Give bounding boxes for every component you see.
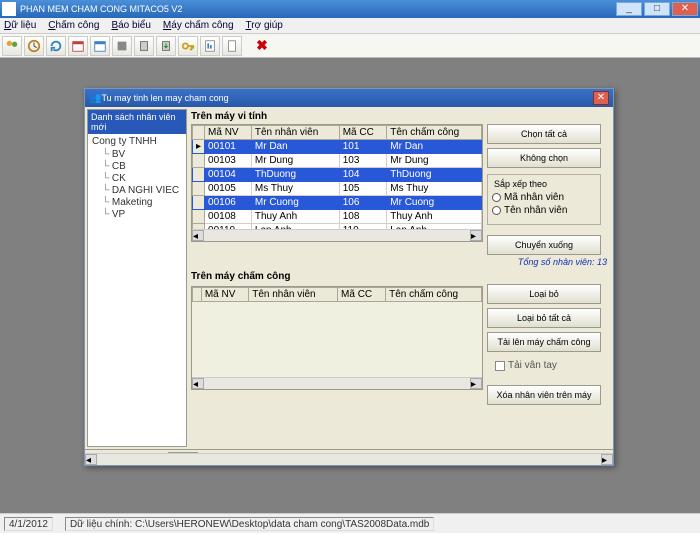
menu-baobieu[interactable]: Báo biểu (111, 20, 150, 31)
col-ten-cc[interactable]: Tên chấm công (387, 126, 482, 140)
tree-dept[interactable]: Maketing (102, 197, 182, 209)
col-ma-cc[interactable]: Mã CC (338, 288, 386, 302)
toolbar-device-icon[interactable] (112, 36, 132, 56)
fingerprint-check[interactable]: Tải vân tay (495, 360, 601, 371)
statusbar: 4/1/2012 Dữ liệu chính: C:\Users\HERONEW… (0, 513, 700, 533)
col-ma-nv[interactable]: Mã NV (201, 288, 248, 302)
remove-all-button[interactable]: Loại bỏ tất cả (487, 308, 601, 328)
device-grid[interactable]: Mã NV Tên nhân viên Mã CC Tên chấm công … (191, 286, 483, 390)
device-panel-label: Trên máy chấm công (191, 271, 611, 282)
menu-chamcong[interactable]: Chấm công (48, 20, 99, 31)
tree-dept[interactable]: CK (102, 173, 182, 185)
toolbar-report-icon[interactable] (200, 36, 220, 56)
tree-dept[interactable]: CB (102, 161, 182, 173)
select-all-button[interactable]: Chọn tất cả (487, 124, 601, 144)
col-ten-nv[interactable]: Tên nhân viên (249, 288, 338, 302)
col-ma-cc[interactable]: Mã CC (339, 126, 387, 140)
app-icon (2, 2, 16, 16)
upload-dialog: 👥 Tu may tinh len may cham cong ✕ Danh s… (84, 88, 614, 466)
table-row[interactable]: 00104ThDuong104ThDuong (193, 168, 482, 182)
toolbar-calendar-icon[interactable] (68, 36, 88, 56)
menu-device[interactable]: Máy chấm công (163, 20, 234, 31)
minimize-button[interactable]: _ (616, 2, 642, 16)
grid-h-scrollbar[interactable]: ◂▸ (192, 229, 482, 241)
tree-dept[interactable]: VP (102, 209, 182, 221)
col-ma-nv[interactable]: Mã NV (205, 126, 252, 140)
move-down-button[interactable]: Chuyển xuống (487, 235, 601, 255)
window-titlebar: PHAN MEM CHAM CONG MITACO5 V2 _ □ ✕ (0, 0, 700, 18)
dialog-titlebar: 👥 Tu may tinh len may cham cong ✕ (85, 89, 613, 107)
mdi-workspace: 👥 Tu may tinh len may cham cong ✕ Danh s… (0, 58, 700, 513)
table-row[interactable]: 00108Thuy Anh108Thuy Anh (193, 210, 482, 224)
table-row[interactable]: 00106Mr Cuong106Mr Cuong (193, 196, 482, 210)
toolbar-exit-icon[interactable]: ✖ (252, 36, 272, 56)
department-tree[interactable]: Cong ty TNHH BV CB CK DA NGHI VIEC Maket… (88, 134, 186, 446)
toolbar-doc-icon[interactable] (222, 36, 242, 56)
status-date: 4/1/2012 (4, 517, 53, 531)
table-row[interactable]: 00103Mr Dung103Mr Dung (193, 154, 482, 168)
tree-dept[interactable]: DA NGHI VIEC (102, 185, 182, 197)
sort-by-name-radio[interactable]: Tên nhân viên (492, 205, 596, 216)
toolbar-download2-icon[interactable] (156, 36, 176, 56)
menu-data[interactable]: Dữ liệu (4, 20, 36, 31)
grid-header-row: Mã NV Tên nhân viên Mã CC Tên chấm công (193, 126, 482, 140)
dialog-close-button[interactable]: ✕ (593, 91, 609, 105)
employee-total: Tổng số nhân viên: 13 (191, 255, 611, 269)
toolbar-key-icon[interactable] (178, 36, 198, 56)
col-ten-nv[interactable]: Tên nhân viên (251, 126, 339, 140)
dialog-title: Tu may tinh len may cham cong (101, 93, 593, 103)
toolbar-refresh-icon[interactable] (46, 36, 66, 56)
table-row[interactable]: ▸00101Mr Dan101Mr Dan (193, 140, 482, 154)
grid-header-row: Mã NV Tên nhân viên Mã CC Tên chấm công (193, 288, 482, 302)
toolbar-shift-icon[interactable] (90, 36, 110, 56)
employee-grid[interactable]: Mã NV Tên nhân viên Mã CC Tên chấm công … (191, 124, 483, 242)
remove-button[interactable]: Loại bỏ (487, 284, 601, 304)
tree-header: Danh sách nhân viên mới (88, 110, 186, 134)
toolbar: ✖ (0, 34, 700, 58)
status-path: Dữ liệu chính: C:\Users\HERONEW\Desktop\… (65, 517, 434, 531)
delete-on-device-button[interactable]: Xóa nhân viên trên máy (487, 385, 601, 405)
table-row[interactable]: 00105Ms Thuy105Ms Thuy (193, 182, 482, 196)
grid2-h-scrollbar[interactable]: ◂▸ (192, 377, 482, 389)
sort-by-code-radio[interactable]: Mã nhân viên (492, 192, 596, 203)
unselect-button[interactable]: Không chọn (487, 148, 601, 168)
computer-panel-label: Trên máy vi tính (191, 111, 611, 122)
toolbar-clock-icon[interactable] (24, 36, 44, 56)
upload-button[interactable]: Tải lên máy chấm công (487, 332, 601, 352)
menubar: Dữ liệu Chấm công Báo biểu Máy chấm công… (0, 18, 700, 34)
toolbar-download-icon[interactable] (134, 36, 154, 56)
tree-company[interactable]: Cong ty TNHH (92, 136, 182, 147)
maximize-button[interactable]: □ (644, 2, 670, 16)
sort-fieldset: Sắp xếp theo Mã nhân viên Tên nhân viên (487, 174, 601, 225)
toolbar-users-icon[interactable] (2, 36, 22, 56)
department-tree-panel: Danh sách nhân viên mới Cong ty TNHH BV … (87, 109, 187, 447)
tree-dept[interactable]: BV (102, 149, 182, 161)
close-button[interactable]: ✕ (672, 2, 698, 16)
col-ten-cc[interactable]: Tên chấm công (386, 288, 482, 302)
tree-scrollbar[interactable]: ◂▸ (85, 453, 613, 465)
menu-help[interactable]: Trợ giúp (246, 20, 283, 31)
sort-legend: Sắp xếp theo (492, 179, 549, 189)
window-title: PHAN MEM CHAM CONG MITACO5 V2 (20, 4, 614, 14)
people-icon: 👥 (89, 93, 101, 104)
